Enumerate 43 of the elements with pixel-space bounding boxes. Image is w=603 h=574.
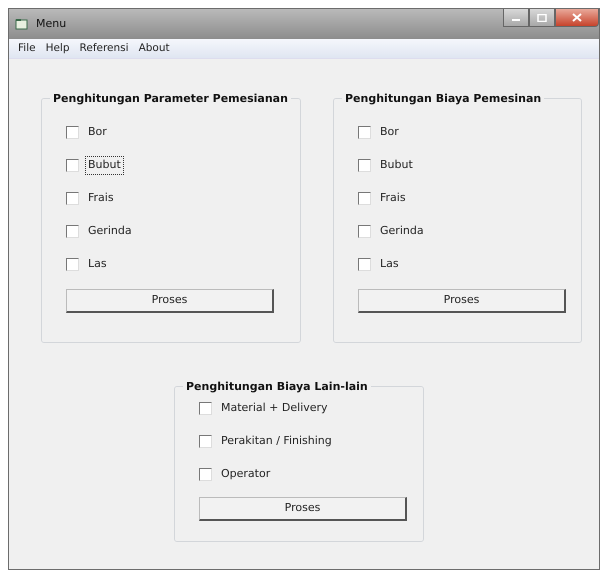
checkbox[interactable] bbox=[66, 126, 79, 139]
checkbox-label[interactable]: Perakitan / Finishing bbox=[218, 432, 335, 451]
group-title: Penghitungan Biaya Lain-lain bbox=[185, 381, 369, 392]
checkbox-label[interactable]: Gerinda bbox=[85, 222, 135, 241]
checkbox-label[interactable]: Bubut bbox=[377, 156, 416, 175]
checkbox[interactable] bbox=[66, 225, 79, 238]
checkbox-label[interactable]: Bor bbox=[377, 123, 402, 142]
checkbox-label[interactable]: Frais bbox=[85, 189, 117, 208]
checkbox[interactable] bbox=[358, 159, 371, 172]
checkbox[interactable] bbox=[199, 435, 212, 448]
checkbox-label[interactable]: Las bbox=[85, 255, 110, 274]
menu-item[interactable]: Help bbox=[40, 40, 75, 56]
menu-item[interactable]: File bbox=[13, 40, 41, 56]
checkbox[interactable] bbox=[358, 258, 371, 271]
process-button[interactable]: Proses bbox=[358, 289, 566, 313]
checkbox-label[interactable]: Gerinda bbox=[377, 222, 427, 241]
checkbox-label[interactable]: Bubut bbox=[85, 156, 124, 175]
checkbox-label[interactable]: Frais bbox=[377, 189, 409, 208]
checkbox[interactable] bbox=[66, 258, 79, 271]
checkbox-label[interactable]: Operator bbox=[218, 465, 274, 484]
close-button[interactable] bbox=[555, 9, 599, 27]
group-title: Penghitungan Biaya Pemesinan bbox=[344, 93, 542, 104]
checkbox[interactable] bbox=[199, 468, 212, 481]
window-title: Menu bbox=[36, 16, 66, 32]
menu-item[interactable]: About bbox=[134, 40, 175, 56]
checkbox[interactable] bbox=[199, 402, 212, 415]
window-icon bbox=[15, 18, 28, 30]
checkbox[interactable] bbox=[358, 126, 371, 139]
checkbox-label[interactable]: Material + Delivery bbox=[218, 399, 331, 418]
process-button[interactable]: Proses bbox=[199, 497, 407, 521]
checkbox[interactable] bbox=[358, 192, 371, 205]
group-title: Penghitungan Parameter Pemesianan bbox=[52, 93, 289, 104]
checkbox-label[interactable]: Bor bbox=[85, 123, 110, 142]
maximize-icon bbox=[537, 14, 547, 22]
maximize-button[interactable] bbox=[529, 9, 555, 27]
menu-item[interactable]: Referensi bbox=[74, 40, 134, 56]
checkbox[interactable] bbox=[358, 225, 371, 238]
minimize-button[interactable] bbox=[503, 9, 529, 27]
close-icon bbox=[572, 13, 582, 22]
checkbox[interactable] bbox=[66, 159, 79, 172]
checkbox[interactable] bbox=[66, 192, 79, 205]
process-button[interactable]: Proses bbox=[66, 289, 274, 313]
checkbox-label[interactable]: Las bbox=[377, 255, 402, 274]
